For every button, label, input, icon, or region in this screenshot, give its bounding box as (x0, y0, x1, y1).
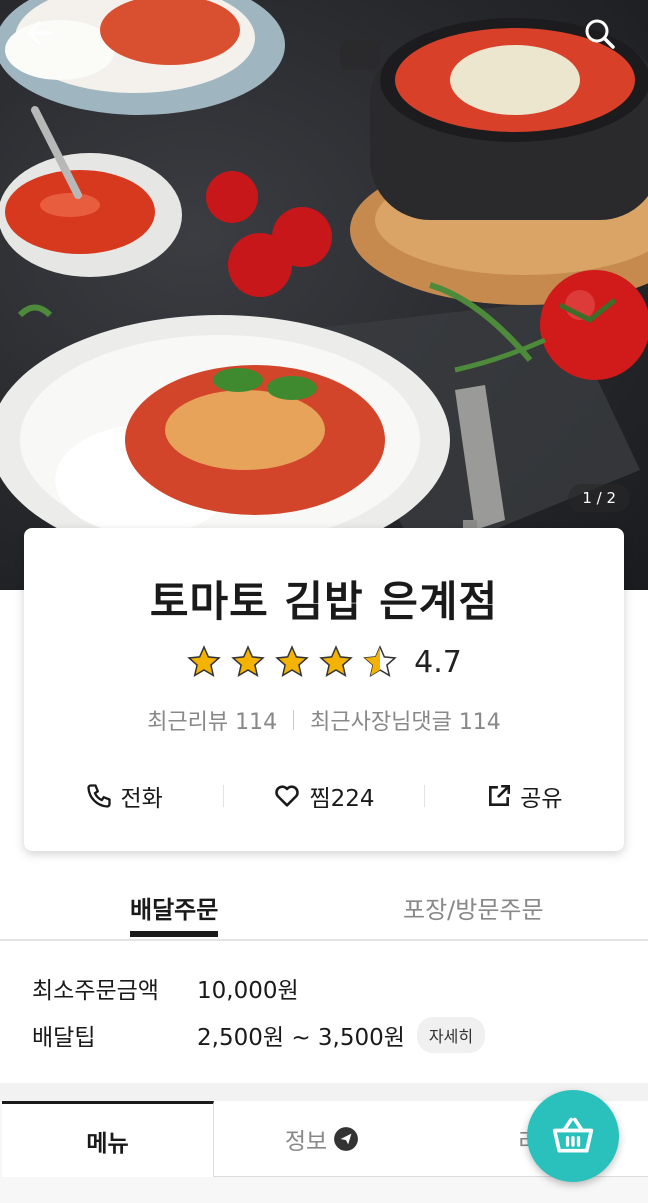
delivery-tip-label: 배달팁 (32, 1025, 96, 1051)
share-button[interactable]: 공유 (425, 779, 624, 813)
order-info: 최소주문금액 10,000원 배달팁 2,500원 ~ 3,500원 자세히 (0, 941, 648, 1083)
share-icon (489, 784, 511, 806)
hero-photo: 1 / 2 (0, 0, 648, 590)
tab-info-label: 정보 (284, 1128, 328, 1155)
image-page-indicator: 1 / 2 (568, 484, 630, 512)
store-info-card: 토마토 김밥 은계점 4.7 최근리뷰 114 최근사장님댓글 114 전화 찜… (24, 528, 624, 851)
min-order-label: 최소주문금액 (32, 978, 159, 1004)
star-full-icon (187, 645, 221, 678)
active-tab-indicator (130, 931, 218, 937)
min-order-row: 최소주문금액 10,000원 (32, 971, 299, 1005)
min-order-value: 10,000원 (197, 978, 299, 1004)
recent-reviews-link[interactable]: 최근리뷰 114 (147, 704, 277, 736)
owner-replies-link[interactable]: 최근사장님댓글 114 (310, 704, 501, 736)
cart-button[interactable] (527, 1090, 619, 1182)
back-button[interactable] (24, 18, 64, 58)
notice-icon (334, 1126, 359, 1151)
tab-info[interactable]: 정보 (214, 1101, 430, 1177)
rating-value: 4.7 (414, 644, 462, 680)
tip-detail-button[interactable]: 자세히 (416, 1017, 486, 1053)
share-label: 공유 (520, 786, 563, 812)
call-button[interactable]: 전화 (24, 779, 223, 813)
tab-pickup[interactable]: 포장/방문주문 (403, 890, 544, 925)
arrow-left-icon (27, 21, 52, 45)
tab-menu[interactable]: 메뉴 (2, 1101, 214, 1177)
call-label: 전화 (120, 786, 163, 812)
delivery-tip-value: 2,500원 ~ 3,500원 (197, 1025, 405, 1051)
store-name: 토마토 김밥 은계점 (149, 577, 499, 626)
search-button[interactable] (584, 18, 624, 58)
basket-icon (552, 1117, 594, 1153)
star-full-icon (275, 645, 309, 678)
star-full-icon (231, 645, 265, 678)
search-icon (585, 19, 615, 49)
favorite-label: 찜224 (309, 786, 375, 812)
rating-row: 4.7 (24, 644, 624, 680)
favorite-button[interactable]: 찜224 (224, 779, 423, 813)
food-illustration (0, 0, 648, 590)
star-half-icon (363, 645, 397, 678)
tab-menu-label: 메뉴 (86, 1130, 129, 1157)
divider (293, 710, 295, 730)
tab-delivery[interactable]: 배달주문 (130, 890, 218, 925)
heart-icon (275, 785, 300, 807)
order-type-tabs: 배달주문 포장/방문주문 (0, 872, 648, 941)
delivery-tip-row: 배달팁 2,500원 ~ 3,500원 자세히 (32, 1017, 486, 1053)
store-actions: 전화 찜224 공유 (24, 776, 624, 816)
star-full-icon (319, 645, 353, 678)
review-stats: 최근리뷰 114 최근사장님댓글 114 (24, 704, 624, 736)
phone-icon (86, 784, 111, 808)
